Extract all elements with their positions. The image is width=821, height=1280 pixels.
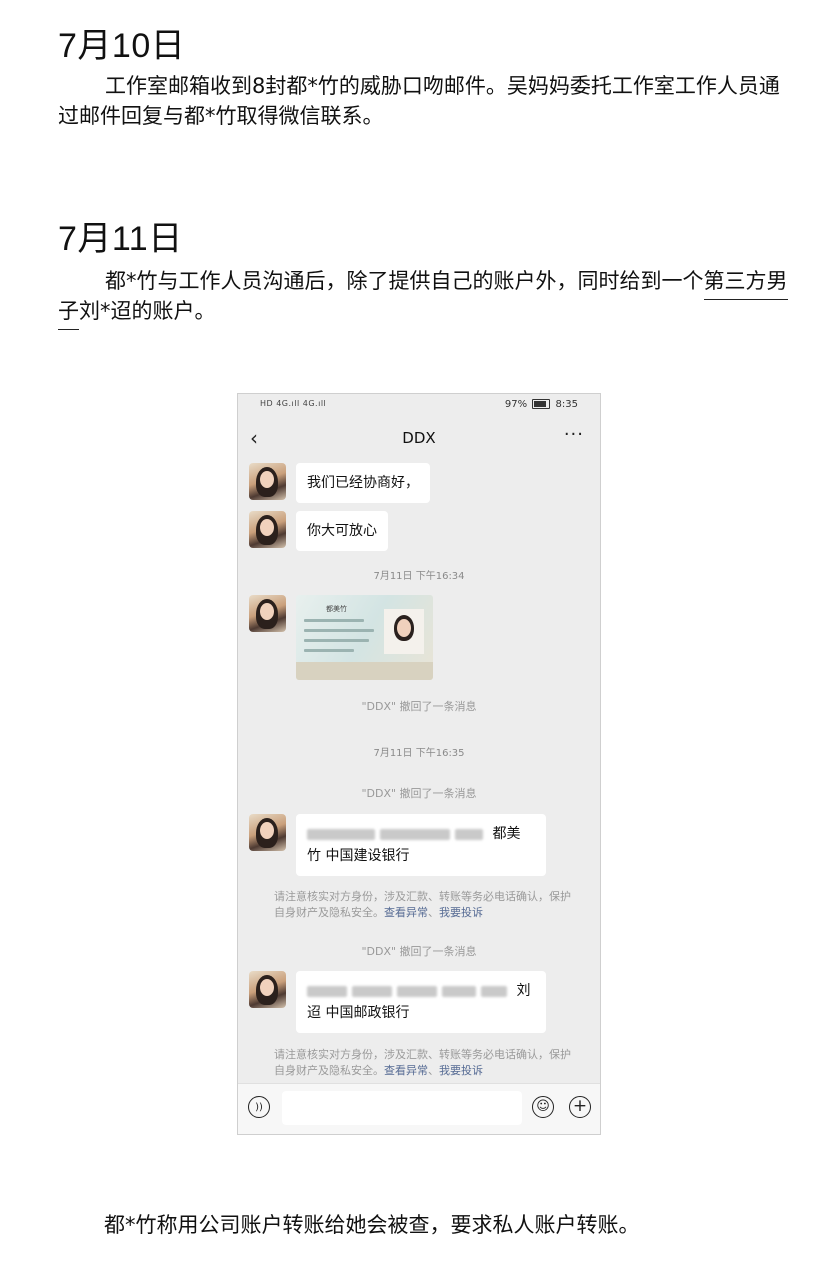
timestamp: 7月11日 下午16:34 (373, 571, 465, 582)
battery-icon (532, 399, 551, 409)
id-card-name: 都美竹 (326, 605, 347, 613)
account-bank: 迢 中国邮政银行 (307, 1005, 410, 1021)
avatar[interactable] (249, 595, 286, 632)
complain-link[interactable]: 我要投诉 (439, 906, 483, 919)
voice-icon[interactable]: )) (248, 1096, 270, 1118)
avatar[interactable] (249, 971, 286, 1008)
recall-notice: "DDX" 撤回了一条消息 (361, 945, 477, 958)
more-dots-icon[interactable]: ··· (564, 424, 584, 445)
message-bubble[interactable]: 你大可放心 (296, 511, 388, 551)
avatar[interactable] (249, 511, 286, 548)
plus-icon[interactable]: + (569, 1096, 591, 1118)
paragraph-2-start: 都*竹与工作人员沟通后，除了提供自己的账户外，同时给到一个 (105, 269, 704, 293)
status-time: 8:35 (555, 399, 578, 410)
account-name-start: 刘 (516, 983, 531, 999)
paragraph-2: 都*竹与工作人员沟通后，除了提供自己的账户外，同时给到一个第三方男子刘*迢的账户… (58, 266, 798, 330)
battery-percent: 97% (504, 399, 528, 410)
view-exception-link[interactable]: 查看异常 (384, 1064, 428, 1077)
message-bubble[interactable]: 我们已经协商好， (296, 463, 430, 503)
wechat-screenshot: HD 4G.ıll 4G.ıll 97% 8:35 ‹ DDX ··· 我们已经… (237, 393, 601, 1135)
recall-notice: "DDX" 撤回了一条消息 (361, 787, 477, 800)
chat-input-bar: )) ☺ + (238, 1083, 600, 1134)
account-bubble[interactable]: 都美 竹 中国建设银行 (296, 814, 546, 876)
timestamp: 7月11日 下午16:35 (373, 748, 465, 759)
id-photo (384, 609, 424, 654)
paragraph-2-end: 刘*迢的账户。 (79, 299, 216, 323)
status-right: 97% 8:35 (505, 399, 578, 410)
date-heading-1: 7月10日 (58, 27, 186, 65)
recall-notice: "DDX" 撤回了一条消息 (361, 700, 477, 713)
account-name-start: 都美 (492, 826, 521, 842)
account-bubble[interactable]: 刘 迢 中国邮政银行 (296, 971, 546, 1033)
id-card-image[interactable]: 都美竹 (296, 595, 433, 680)
account-bank: 竹 中国建设银行 (307, 848, 410, 864)
chat-title: DDX (402, 429, 436, 447)
safety-warning: 请注意核实对方身份，涉及汇款、转账等务必电话确认，保护自身财产及隐私安全。查看异… (274, 890, 571, 919)
paragraph-3: 都*竹称用公司账户转账给她会被查，要求私人账户转账。 (104, 1213, 640, 1237)
view-exception-link[interactable]: 查看异常 (384, 906, 428, 919)
paragraph-1: 工作室邮箱收到8封都*竹的威胁口吻邮件。吴妈妈委托工作室工作人员通过邮件回复与都… (58, 74, 780, 128)
avatar[interactable] (249, 814, 286, 851)
chat-header: ‹ DDX ··· (238, 418, 600, 458)
avatar[interactable] (249, 463, 286, 500)
status-bar: HD 4G.ıll 4G.ıll 97% 8:35 (238, 394, 600, 418)
safety-warning: 请注意核实对方身份，涉及汇款、转账等务必电话确认，保护自身财产及隐私安全。查看异… (274, 1048, 571, 1077)
message-input[interactable] (282, 1091, 522, 1125)
complain-link[interactable]: 我要投诉 (439, 1064, 483, 1077)
signal-indicator: HD 4G.ıll 4G.ıll (260, 399, 327, 408)
emoji-icon[interactable]: ☺ (532, 1096, 554, 1118)
date-heading-2: 7月11日 (58, 220, 183, 258)
